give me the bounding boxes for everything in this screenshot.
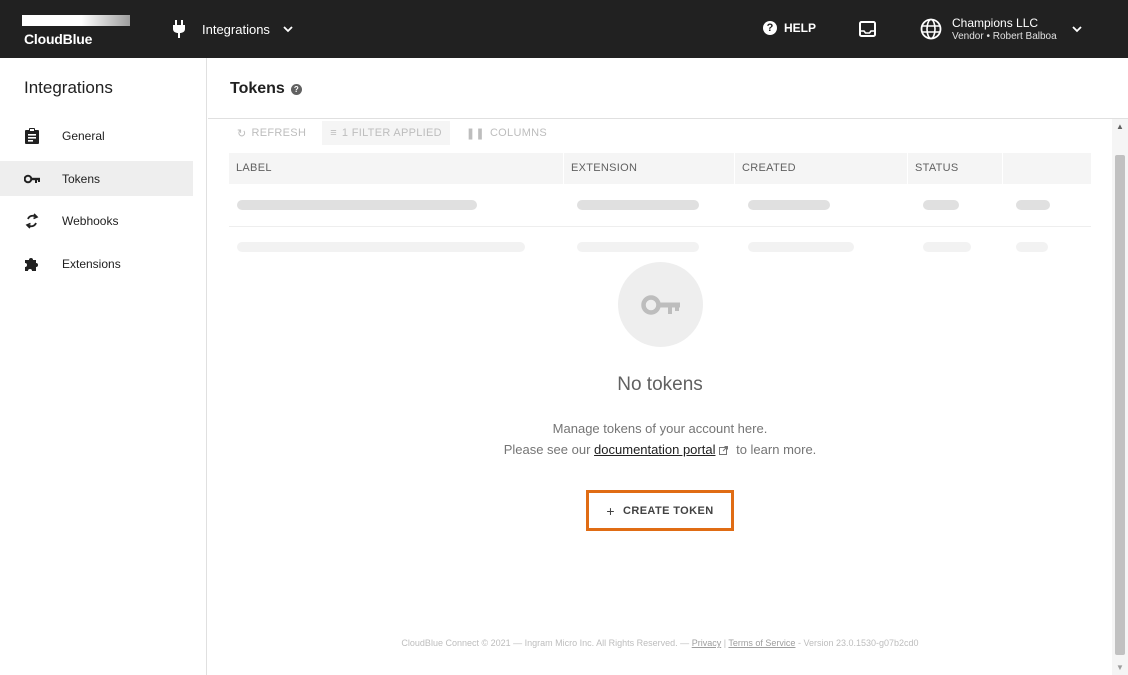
account-switcher[interactable]: Champions LLC Vendor • Robert Balboa xyxy=(920,14,1083,44)
account-names: Champions LLC Vendor • Robert Balboa xyxy=(952,16,1057,43)
globe-icon xyxy=(920,18,942,40)
account-org: Champions LLC xyxy=(952,15,1039,30)
sidebar-item-label: General xyxy=(62,128,105,143)
filter-button[interactable]: ≡ 1 FILTER APPLIED xyxy=(322,121,450,145)
skeleton-bar xyxy=(923,242,971,252)
columns-icon: ❚❚ xyxy=(465,127,485,140)
sidebar-item-label: Extensions xyxy=(62,256,121,271)
refresh-label: REFRESH xyxy=(251,127,307,139)
top-bar: CloudBlue Integrations ? HELP Champions … xyxy=(0,0,1128,58)
skeleton-bar xyxy=(577,242,699,252)
plug-icon xyxy=(173,20,185,38)
help-label: HELP xyxy=(784,21,817,35)
chevron-down-icon xyxy=(1072,26,1082,33)
inbox-icon[interactable] xyxy=(859,21,876,37)
page-title-text: Tokens xyxy=(230,80,285,97)
scroll-up-arrow-icon[interactable]: ▲ xyxy=(1116,122,1124,131)
sidebar: Integrations General Tokens Webhooks Ext… xyxy=(0,58,207,675)
skeleton-bar xyxy=(748,242,854,252)
key-icon xyxy=(618,262,703,347)
skeleton-bar xyxy=(237,242,525,252)
footer-separator: | xyxy=(723,638,727,648)
logo-text: CloudBlue xyxy=(24,31,93,47)
scroll-down-arrow-icon[interactable]: ▼ xyxy=(1116,663,1124,672)
refresh-icon: ↻ xyxy=(237,127,247,140)
puzzle-icon xyxy=(24,256,40,272)
table-header: LABEL EXTENSION CREATED STATUS xyxy=(229,153,1091,184)
sidebar-item-extensions[interactable]: Extensions xyxy=(0,246,193,281)
refresh-button[interactable]: ↻ REFRESH xyxy=(229,121,314,145)
clipboard-icon xyxy=(24,127,40,144)
column-header-created[interactable]: CREATED xyxy=(735,153,908,184)
footer: CloudBlue Connect © 2021 — Ingram Micro … xyxy=(229,638,1091,648)
privacy-link[interactable]: Privacy xyxy=(692,638,722,648)
help-line-suffix: to learn more. xyxy=(736,442,817,457)
skeleton-bar xyxy=(748,200,830,210)
skeleton-bar xyxy=(1016,200,1050,210)
skeleton-bar xyxy=(237,200,477,210)
sidebar-title: Integrations xyxy=(24,78,113,97)
page-title: Tokens ? xyxy=(230,80,302,98)
sidebar-item-general[interactable]: General xyxy=(0,118,193,153)
cloudblue-logo[interactable]: CloudBlue xyxy=(22,12,132,48)
help-icon: ? xyxy=(763,21,777,35)
sidebar-item-tokens[interactable]: Tokens xyxy=(0,161,193,196)
sidebar-item-label: Tokens xyxy=(62,171,101,186)
skeleton-bar xyxy=(1016,242,1048,252)
empty-state-help-line: Please see our documentation portal to l… xyxy=(410,442,910,457)
logo-bar xyxy=(22,15,130,26)
account-role: Vendor • Robert Balboa xyxy=(952,30,1057,42)
sidebar-item-label: Webhooks xyxy=(62,213,119,228)
plus-icon: + xyxy=(606,502,615,519)
column-header-extension[interactable]: EXTENSION xyxy=(564,153,735,184)
table-toolbar: ↻ REFRESH ≡ 1 FILTER APPLIED ❚❚ COLUMNS xyxy=(229,121,563,145)
help-icon[interactable]: ? xyxy=(290,83,302,95)
column-header-actions xyxy=(1003,153,1091,184)
chevron-down-icon xyxy=(283,26,293,33)
empty-state-description: Manage tokens of your account here. xyxy=(552,421,768,436)
module-switcher[interactable]: Integrations xyxy=(172,17,294,41)
columns-label: COLUMNS xyxy=(489,127,548,139)
column-header-status[interactable]: STATUS xyxy=(908,153,1003,184)
scrollbar-thumb[interactable] xyxy=(1115,155,1125,655)
page-header: Tokens ? xyxy=(208,58,1128,119)
create-token-button[interactable]: + CREATE TOKEN xyxy=(586,490,734,531)
columns-button[interactable]: ❚❚ COLUMNS xyxy=(458,121,555,145)
key-icon xyxy=(24,171,40,187)
skeleton-bar xyxy=(923,200,959,210)
filter-icon: ≡ xyxy=(330,127,337,139)
footer-version: - Version 23.0.1530-g07b2cd0 xyxy=(797,638,919,648)
module-label: Integrations xyxy=(202,21,270,37)
column-header-label[interactable]: LABEL xyxy=(229,153,564,184)
filter-label: 1 FILTER APPLIED xyxy=(341,127,442,139)
table-row-placeholder xyxy=(229,227,1091,255)
empty-state-title: No tokens xyxy=(617,374,703,395)
sync-icon xyxy=(24,212,40,229)
sidebar-item-webhooks[interactable]: Webhooks xyxy=(0,203,193,238)
terms-of-service-link[interactable]: Terms of Service xyxy=(728,638,795,648)
scrollbar[interactable]: ▲ ▼ xyxy=(1112,119,1128,675)
help-button[interactable]: ? HELP xyxy=(763,21,816,35)
table-row-placeholder xyxy=(229,184,1091,227)
documentation-portal-link[interactable]: documentation portal xyxy=(594,442,715,457)
create-token-label: CREATE TOKEN xyxy=(623,504,714,517)
skeleton-bar xyxy=(577,200,699,210)
external-link-icon xyxy=(719,446,729,455)
footer-copyright: CloudBlue Connect © 2021 — Ingram Micro … xyxy=(401,638,690,648)
help-line-prefix: Please see our xyxy=(503,442,591,457)
